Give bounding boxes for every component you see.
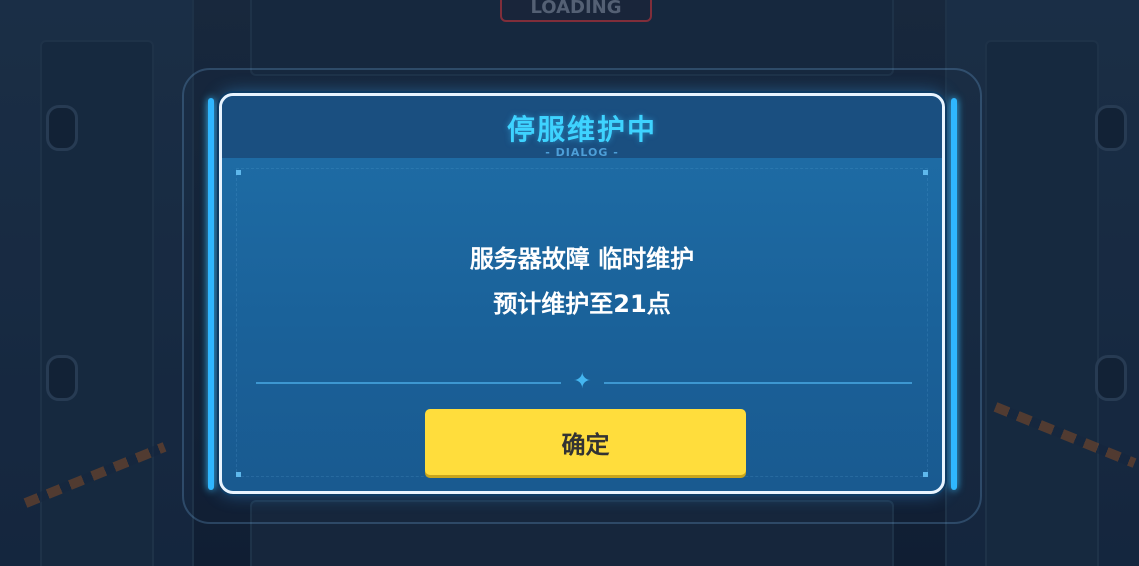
corner-dot [236,170,241,175]
corner-dot [923,472,928,477]
maintenance-dialog: 停服维护中 - DIALOG - 服务器故障 临时维护 预计维护至21点 ✦ 确… [219,93,945,494]
divider-right [604,382,912,384]
dialog-header: 停服维护中 - DIALOG - [222,96,942,159]
sparkle-icon: ✦ [573,369,592,394]
corner-dot [923,170,928,175]
message-line-2: 预计维护至21点 [493,290,671,318]
message-line-1: 服务器故障 临时维护 [469,245,695,273]
confirm-button[interactable]: 确定 [425,409,746,475]
dialog-side-accent-left [208,98,214,490]
dialog-side-accent-right [951,98,957,490]
dialog-subtitle: - DIALOG - [545,146,619,159]
divider-left [256,382,561,384]
dialog-title: 停服维护中 [506,113,657,146]
corner-dot [236,472,241,477]
